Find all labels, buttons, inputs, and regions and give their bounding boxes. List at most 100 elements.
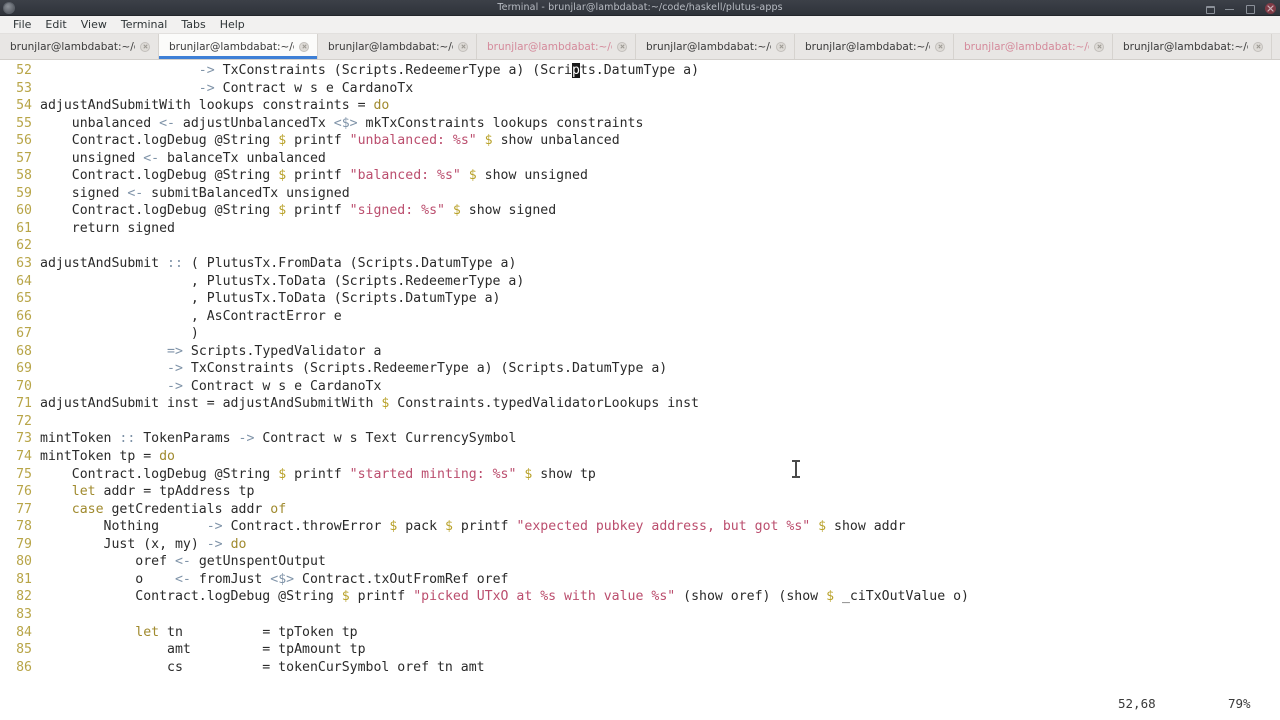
tab-close-icon[interactable] — [776, 41, 786, 52]
terminal-tab-6[interactable]: brunjlar@lambdabat:~/co... — [795, 34, 954, 59]
editor-line[interactable]: 67 ) — [0, 325, 1280, 343]
editor-line[interactable]: 59 signed <- submitBalancedTx unsigned — [0, 185, 1280, 203]
editor-line[interactable]: 83 — [0, 606, 1280, 624]
editor-line[interactable]: 72 — [0, 413, 1280, 431]
line-content: Contract.logDebug @String $ printf "bala… — [40, 168, 588, 184]
shade-button[interactable] — [1205, 4, 1215, 14]
minimize-button[interactable] — [1225, 4, 1234, 13]
terminal-viewport[interactable]: 52 -> TxConstraints (Scripts.RedeemerTyp… — [0, 60, 1280, 720]
editor-line[interactable]: 73 mintToken :: TokenParams -> Contract w… — [0, 430, 1280, 448]
line-number: 76 — [16, 484, 32, 500]
tab-close-icon[interactable] — [458, 41, 468, 52]
line-number: 63 — [16, 256, 32, 272]
cursor-position-indicator: 52,68 — [1118, 695, 1156, 711]
line-content: Contract.logDebug @String $ printf "sign… — [40, 203, 557, 219]
editor-line[interactable]: 74 mintToken tp = do — [0, 448, 1280, 466]
editor-line[interactable]: 86 cs = tokenCurSymbol oref tn amt — [0, 659, 1280, 677]
editor-line[interactable]: 79 Just (x, my) -> do — [0, 536, 1280, 554]
editor-line[interactable]: 60 Contract.logDebug @String $ printf "s… — [0, 202, 1280, 220]
line-content: , PlutusTx.ToData (Scripts.RedeemerType … — [40, 273, 525, 289]
line-content: Just (x, my) -> do — [40, 536, 247, 552]
line-content: adjustAndSubmit :: ( PlutusTx.FromData (… — [40, 256, 517, 272]
line-content: adjustAndSubmitWith lookups constraints … — [40, 98, 390, 114]
line-content: , PlutusTx.ToData (Scripts.DatumType a) — [40, 291, 501, 307]
terminal-tabbar: brunjlar@lambdabat:~/co... brunjlar@lambd… — [0, 34, 1280, 60]
line-number: 56 — [16, 133, 32, 149]
line-number: 73 — [16, 431, 32, 447]
menu-item-view[interactable]: View — [74, 17, 114, 33]
editor-line[interactable]: 62 — [0, 237, 1280, 255]
editor-line[interactable]: 77 case getCredentials addr of — [0, 501, 1280, 519]
editor-line[interactable]: 66 , AsContractError e — [0, 308, 1280, 326]
line-content: Nothing -> Contract.throwError $ pack $ … — [40, 519, 906, 535]
menu-item-help[interactable]: Help — [213, 17, 252, 33]
line-content: => Scripts.TypedValidator a — [167, 343, 382, 359]
editor-line[interactable]: 56 Contract.logDebug @String $ printf "u… — [0, 132, 1280, 150]
line-number: 68 — [16, 343, 32, 359]
line-number: 61 — [16, 220, 32, 236]
terminal-tab-1[interactable]: brunjlar@lambdabat:~/co... — [0, 34, 159, 59]
terminal-tab-2[interactable]: brunjlar@lambdabat:~/co... — [159, 34, 318, 59]
line-number: 52 — [16, 63, 32, 78]
editor-line[interactable]: 53 -> Contract w s e CardanoTx — [0, 80, 1280, 98]
line-number: 54 — [16, 98, 32, 114]
editor-line[interactable]: 76 let addr = tpAddress tp — [0, 483, 1280, 501]
line-number: 60 — [16, 203, 32, 219]
editor-line[interactable]: 75 Contract.logDebug @String $ printf "s… — [0, 466, 1280, 484]
tab-label: brunjlar@lambdabat:~/co... — [328, 40, 453, 53]
line-number: 83 — [16, 606, 32, 622]
menu-item-tabs[interactable]: Tabs — [174, 17, 212, 33]
menu-item-edit[interactable]: Edit — [38, 17, 73, 33]
terminal-tab-8[interactable]: brunjlar@lambdabat:~/co... — [1113, 34, 1272, 59]
editor-line[interactable]: 55 unbalanced <- adjustUnbalancedTx <$> … — [0, 115, 1280, 133]
window-titlebar[interactable]: Terminal - brunjlar@lambdabat:~/code/has… — [0, 0, 1280, 16]
text-cursor: p — [571, 63, 580, 78]
terminal-tab-3[interactable]: brunjlar@lambdabat:~/co... — [318, 34, 477, 59]
window-controls — [1205, 0, 1276, 16]
editor-line[interactable]: 58 Contract.logDebug @String $ printf "b… — [0, 167, 1280, 185]
editor-line[interactable]: 64 , PlutusTx.ToData (Scripts.RedeemerTy… — [0, 273, 1280, 291]
editor-line[interactable]: 81 o <- fromJust <$> Contract.txOutFromR… — [0, 571, 1280, 589]
line-content: signed <- submitBalancedTx unsigned — [40, 185, 350, 201]
line-number: 84 — [16, 624, 32, 640]
terminal-tab-4[interactable]: brunjlar@lambdabat:~/co... — [477, 34, 636, 59]
editor-line[interactable]: 78 Nothing -> Contract.throwError $ pack… — [0, 518, 1280, 536]
line-content: mintToken :: TokenParams -> Contract w s… — [40, 431, 517, 447]
line-number: 69 — [16, 361, 32, 377]
editor-line[interactable]: 80 oref <- getUnspentOutput — [0, 553, 1280, 571]
editor-line[interactable]: 65 , PlutusTx.ToData (Scripts.DatumType … — [0, 290, 1280, 308]
terminal-tab-5[interactable]: brunjlar@lambdabat:~/co... — [636, 34, 795, 59]
editor-line[interactable]: 57 unsigned <- balanceTx unbalanced — [0, 150, 1280, 168]
line-number: 72 — [16, 413, 32, 429]
editor-line[interactable]: 68 => Scripts.TypedValidator a — [0, 343, 1280, 361]
line-number: 86 — [16, 659, 32, 675]
tab-close-icon[interactable] — [1094, 41, 1104, 52]
editor-text-area[interactable]: 52 -> TxConstraints (Scripts.RedeemerTyp… — [0, 62, 1280, 676]
menubar: File Edit View Terminal Tabs Help — [0, 16, 1280, 34]
editor-line[interactable]: 82 Contract.logDebug @String $ printf "p… — [0, 588, 1280, 606]
terminal-tab-7[interactable]: brunjlar@lambdabat:~/co... — [954, 34, 1113, 59]
menu-item-file[interactable]: File — [6, 17, 38, 33]
line-content: let addr = tpAddress tp — [71, 484, 255, 500]
maximize-button[interactable] — [1245, 4, 1255, 14]
tab-close-icon[interactable] — [1253, 41, 1263, 52]
editor-line[interactable]: 70 -> Contract w s e CardanoTx — [0, 378, 1280, 396]
menu-item-terminal[interactable]: Terminal — [114, 17, 175, 33]
line-number: 85 — [16, 642, 32, 658]
line-content: Contract.logDebug @String $ printf "pick… — [40, 589, 969, 605]
close-button[interactable] — [1265, 2, 1276, 14]
editor-line[interactable]: 71 adjustAndSubmit inst = adjustAndSubmit… — [0, 395, 1280, 413]
editor-line[interactable]: 54 adjustAndSubmitWith lookups constraint… — [0, 97, 1280, 115]
editor-line[interactable]: 61 return signed — [0, 220, 1280, 238]
editor-line[interactable]: 85 amt = tpAmount tp — [0, 641, 1280, 659]
tab-close-icon[interactable] — [935, 41, 945, 52]
tab-close-icon[interactable] — [617, 41, 627, 52]
tab-close-icon[interactable] — [299, 41, 309, 52]
editor-line[interactable]: 69 -> TxConstraints (Scripts.RedeemerTyp… — [0, 360, 1280, 378]
line-number: 66 — [16, 308, 32, 324]
editor-line[interactable]: 52 -> TxConstraints (Scripts.RedeemerTyp… — [0, 62, 1280, 80]
line-content: Contract.logDebug @String $ printf "star… — [40, 466, 596, 482]
tab-close-icon[interactable] — [140, 41, 150, 52]
editor-line[interactable]: 63 adjustAndSubmit :: ( PlutusTx.FromData… — [0, 255, 1280, 273]
editor-line[interactable]: 84 let tn = tpToken tp — [0, 624, 1280, 642]
